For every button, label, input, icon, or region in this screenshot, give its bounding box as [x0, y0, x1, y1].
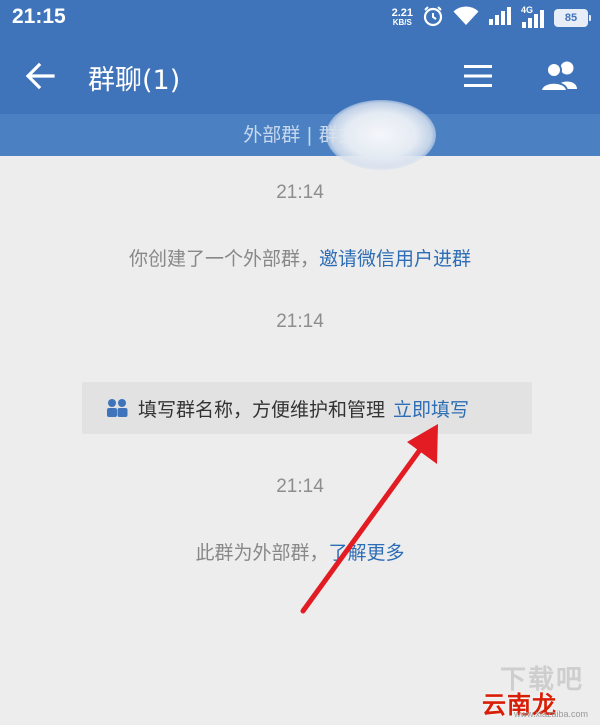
- group-members-icon: [539, 61, 577, 92]
- blurred-owner-name: [326, 100, 436, 170]
- signal-icon: [488, 6, 512, 30]
- status-time: 21:15: [12, 5, 66, 28]
- alarm-icon: [422, 5, 444, 31]
- network-type-signal: 4G: [521, 5, 545, 29]
- fill-prompt-text: 填写群名称，方便维护和管理: [138, 398, 386, 421]
- back-button[interactable]: [18, 54, 62, 98]
- page-title: 群聊(1): [88, 65, 181, 96]
- fill-now-link[interactable]: 立即填写: [393, 395, 469, 422]
- network-speed-unit: KB/S: [392, 18, 412, 27]
- watermark: 下载吧 云南龙网 www.xiazaiba.com: [482, 659, 592, 719]
- back-arrow-icon: [25, 62, 55, 90]
- created-text: 你创建了一个外部群，: [128, 248, 319, 270]
- learn-more-link[interactable]: 了解更多: [329, 542, 405, 564]
- people-icon: [106, 398, 128, 418]
- external-group-text: 此群为外部群，: [195, 542, 329, 564]
- group-info-banner[interactable]: 外部群 | 群主: [0, 114, 600, 156]
- network-speed: 2.21 KB/S: [392, 8, 413, 28]
- wifi-icon: [453, 6, 479, 30]
- invite-wechat-users-link[interactable]: 邀请微信用户进群: [319, 248, 471, 270]
- message-timestamp: 21:14: [276, 182, 324, 203]
- fill-group-name-prompt: 填写群名称，方便维护和管理 立即填写: [82, 382, 532, 434]
- system-message-created: 你创建了一个外部群，邀请微信用户进群: [0, 244, 600, 271]
- menu-button[interactable]: [458, 56, 498, 96]
- annotation-arrow-shaft: [300, 444, 425, 614]
- status-bar: 21:15 2.21 KB/S 4G 85: [0, 0, 600, 36]
- watermark-main-text: 云南龙网: [482, 691, 557, 719]
- navigation-bar: 群聊(1): [0, 36, 600, 114]
- group-members-button[interactable]: [536, 54, 584, 98]
- watermark-url: www.xiazaiba.com: [513, 709, 588, 719]
- battery-indicator: 85: [554, 9, 591, 27]
- menu-icon: [464, 65, 492, 87]
- system-message-external: 此群为外部群，了解更多: [0, 538, 600, 565]
- message-timestamp: 21:14: [276, 311, 324, 332]
- message-timestamp: 21:14: [276, 476, 324, 497]
- status-indicators: 2.21 KB/S 4G 85: [392, 4, 591, 32]
- network-speed-value: 2.21: [391, 7, 413, 19]
